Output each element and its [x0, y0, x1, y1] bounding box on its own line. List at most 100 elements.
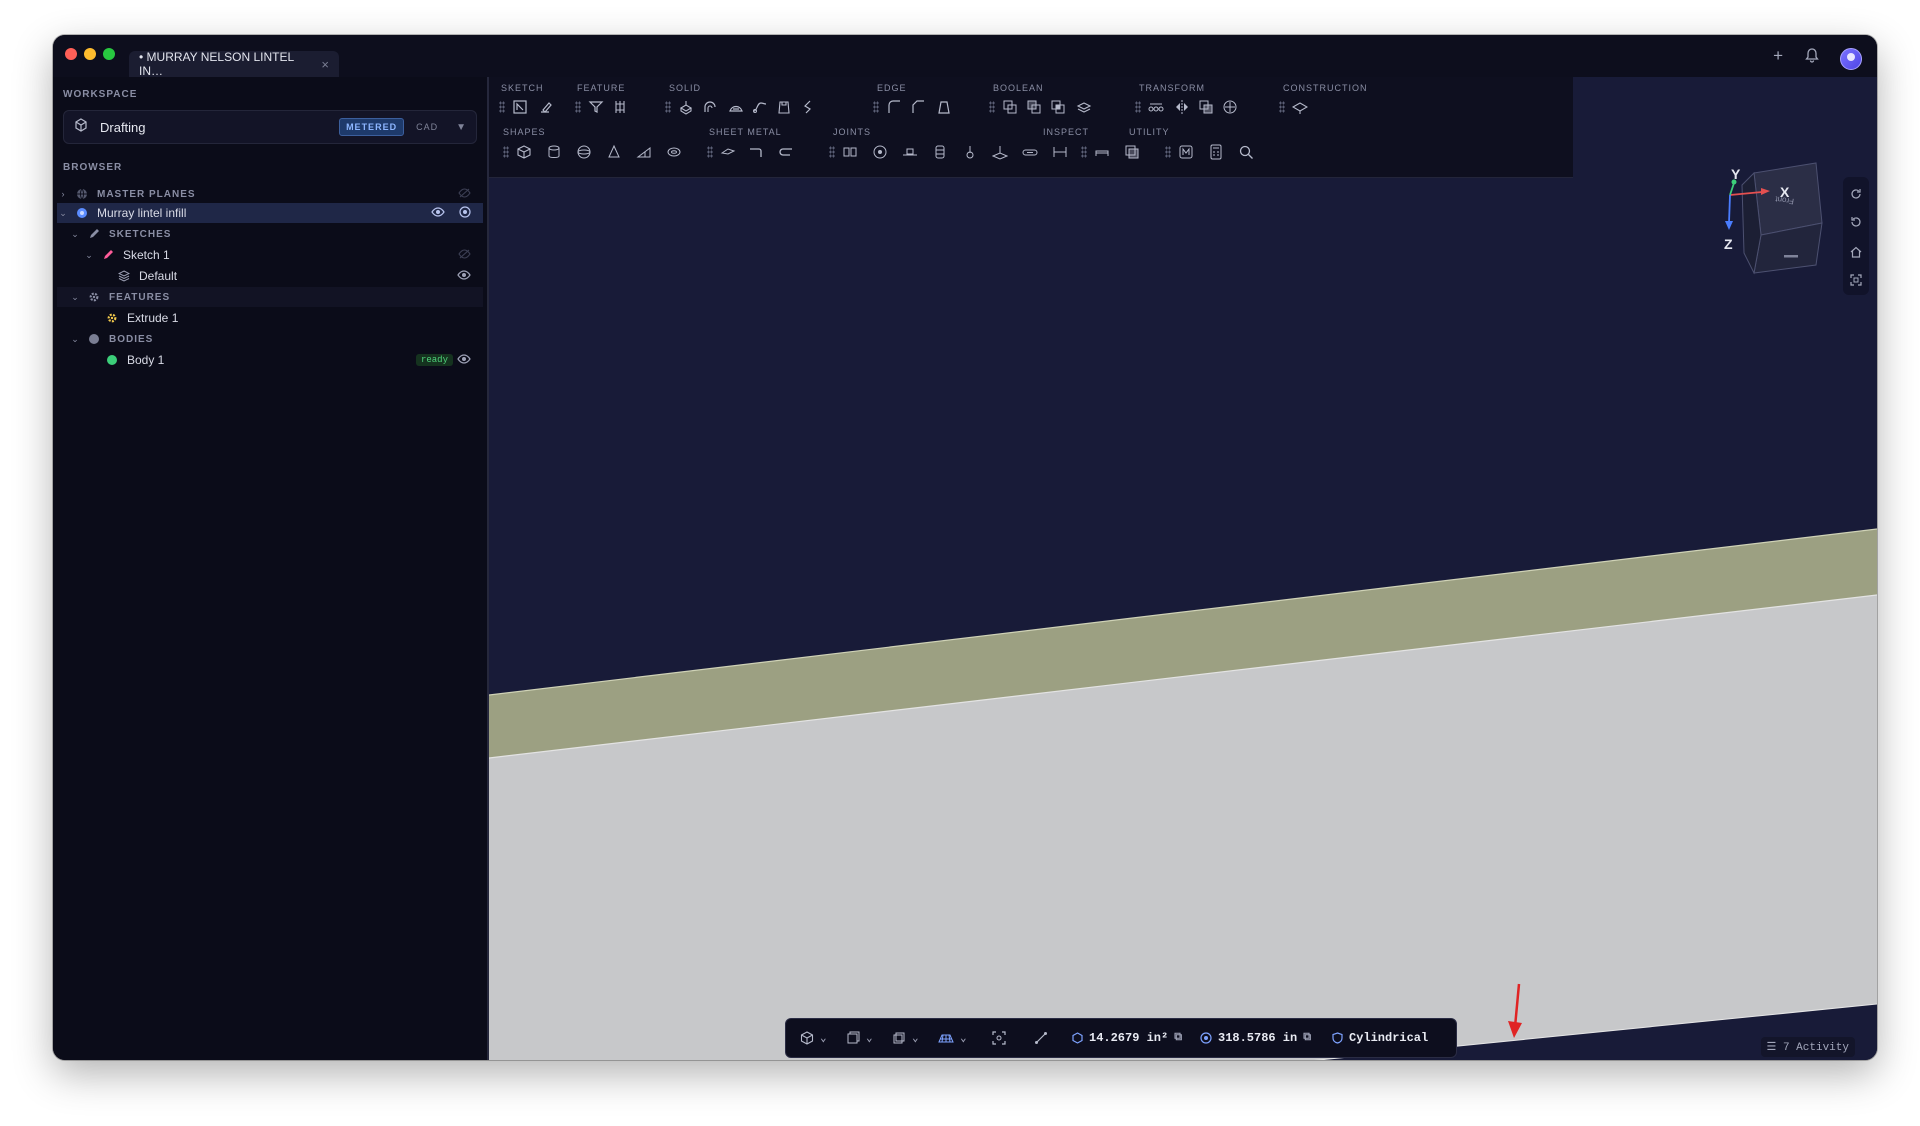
activity-button[interactable]: ☰ 7 Activity	[1760, 1037, 1855, 1057]
move-icon[interactable]	[1219, 96, 1241, 118]
grip-handle[interactable]	[873, 101, 879, 113]
copy-icon[interactable]: ⧉	[1303, 1032, 1311, 1044]
thicken-icon[interactable]	[797, 96, 819, 118]
chamfer-icon[interactable]	[907, 96, 929, 118]
grip-handle[interactable]	[665, 101, 671, 113]
loft-icon[interactable]	[725, 96, 747, 118]
tree-item-default-layer[interactable]: Default	[53, 266, 487, 286]
chevron-down-icon[interactable]: ▼	[456, 122, 466, 133]
grip-handle[interactable]	[989, 101, 995, 113]
tree-item-extrude-1[interactable]: Extrude 1	[53, 308, 487, 328]
zoom-fit-button[interactable]	[992, 1019, 1006, 1057]
pattern-feature-icon[interactable]	[609, 96, 631, 118]
extrude-icon[interactable]	[675, 96, 697, 118]
grip-handle[interactable]	[707, 146, 713, 158]
joint-pin-slot-icon[interactable]	[959, 141, 981, 163]
measure-button[interactable]	[1034, 1019, 1048, 1057]
tree-item-document[interactable]: ⌄ Murray lintel infill	[57, 203, 483, 223]
boolean-split-icon[interactable]	[1073, 96, 1095, 118]
measure-icon[interactable]	[1049, 141, 1071, 163]
grip-handle[interactable]	[1081, 146, 1087, 158]
chevron-down-icon[interactable]: ⌄	[69, 292, 81, 303]
redo-view-icon[interactable]	[1847, 185, 1865, 203]
undo-view-icon[interactable]	[1847, 213, 1865, 231]
display-style-dropdown[interactable]: ⌄	[846, 1019, 873, 1057]
wedge-shape-icon[interactable]	[633, 141, 655, 163]
joint-rigid-icon[interactable]	[839, 141, 861, 163]
sheet-metal-flange-icon[interactable]	[717, 141, 739, 163]
joint-ball-icon[interactable]	[1019, 141, 1041, 163]
cylinder-shape-icon[interactable]	[543, 141, 565, 163]
close-window-button[interactable]	[65, 48, 77, 60]
shell-icon[interactable]	[773, 96, 795, 118]
sphere-shape-icon[interactable]	[573, 141, 595, 163]
cone-shape-icon[interactable]	[603, 141, 625, 163]
chevron-down-icon[interactable]: ⌄	[57, 208, 69, 219]
sketch-tool-icon[interactable]	[509, 96, 531, 118]
boolean-intersect-icon[interactable]	[1047, 96, 1069, 118]
grip-handle[interactable]	[575, 101, 581, 113]
box-shape-icon[interactable]	[513, 141, 535, 163]
document-tab[interactable]: • MURRAY NELSON LINTEL IN… ×	[129, 50, 339, 78]
grip-handle[interactable]	[499, 101, 505, 113]
hidden-eye-icon[interactable]	[458, 187, 471, 201]
macro-icon[interactable]	[1175, 141, 1197, 163]
linear-pattern-icon[interactable]	[1145, 96, 1167, 118]
tree-item-features[interactable]: ⌄ FEATURES	[57, 287, 483, 307]
grip-handle[interactable]	[1135, 101, 1141, 113]
joint-cylindrical-icon[interactable]	[929, 141, 951, 163]
workspace-selector[interactable]: Drafting METERED CAD ▼	[63, 110, 477, 144]
sheet-metal-hem-icon[interactable]	[775, 141, 797, 163]
boolean-union-icon[interactable]	[999, 96, 1021, 118]
tree-item-sketches[interactable]: ⌄ SKETCHES	[53, 224, 487, 244]
search-icon[interactable]	[1235, 141, 1257, 163]
visibility-eye-icon[interactable]	[457, 269, 471, 283]
joint-slider-icon[interactable]	[899, 141, 921, 163]
chevron-down-icon[interactable]: ⌄	[69, 229, 81, 240]
grid-dropdown[interactable]: ⌄	[938, 1019, 967, 1057]
sweep-icon[interactable]	[749, 96, 771, 118]
grip-handle[interactable]	[829, 146, 835, 158]
chevron-right-icon[interactable]: ›	[57, 189, 69, 199]
3d-viewport[interactable]: SKETCH FEATURE SOLID EDGE BOOLEAN TRANSF…	[489, 77, 1877, 1060]
user-avatar[interactable]	[1840, 48, 1862, 70]
chevron-down-icon[interactable]: ⌄	[912, 1031, 919, 1045]
chevron-down-icon[interactable]: ⌄	[866, 1031, 873, 1045]
fillet-icon[interactable]	[883, 96, 905, 118]
filter-feature-icon[interactable]	[585, 96, 607, 118]
model-geometry[interactable]	[489, 77, 1877, 1060]
zoom-window-button[interactable]	[103, 48, 115, 60]
chevron-down-icon[interactable]: ⌄	[820, 1031, 827, 1045]
copy-icon[interactable]: ⧉	[1174, 1032, 1182, 1044]
chevron-down-icon[interactable]: ⌄	[83, 250, 95, 261]
fit-view-icon[interactable]	[1847, 271, 1865, 289]
visibility-eye-icon[interactable]	[457, 353, 471, 367]
new-tab-button[interactable]: +	[1773, 46, 1783, 66]
boolean-subtract-icon[interactable]	[1023, 96, 1045, 118]
construction-plane-icon[interactable]	[1289, 96, 1311, 118]
sketch-edit-icon[interactable]	[535, 96, 557, 118]
chevron-down-icon[interactable]: ⌄	[69, 334, 81, 345]
notifications-bell-icon[interactable]	[1805, 48, 1819, 68]
tab-close-button[interactable]: ×	[321, 57, 329, 72]
sheet-metal-bend-icon[interactable]	[745, 141, 767, 163]
visibility-dropdown[interactable]: ⌄	[892, 1019, 919, 1057]
tree-item-sketch-1[interactable]: ⌄ Sketch 1	[53, 245, 487, 265]
grip-handle[interactable]	[1165, 146, 1171, 158]
hidden-eye-icon[interactable]	[458, 248, 471, 262]
section-analysis-icon[interactable]	[1091, 141, 1113, 163]
tree-item-bodies[interactable]: ⌄ BODIES	[53, 329, 487, 349]
copy-transform-icon[interactable]	[1195, 96, 1217, 118]
tree-item-body-1[interactable]: Body 1 ready	[53, 350, 487, 370]
calculator-icon[interactable]	[1205, 141, 1227, 163]
interference-icon[interactable]	[1121, 141, 1143, 163]
grip-handle[interactable]	[1279, 101, 1285, 113]
view-cube[interactable]: Front X Y Z	[1704, 155, 1854, 295]
projection-toggle[interactable]: Cylindrical	[1332, 1019, 1428, 1057]
joint-revolute-icon[interactable]	[869, 141, 891, 163]
torus-shape-icon[interactable]	[663, 141, 685, 163]
minimize-window-button[interactable]	[84, 48, 96, 60]
tree-item-master-planes[interactable]: › MASTER PLANES	[53, 184, 487, 204]
activate-target-icon[interactable]	[459, 205, 471, 221]
draft-icon[interactable]	[933, 96, 955, 118]
